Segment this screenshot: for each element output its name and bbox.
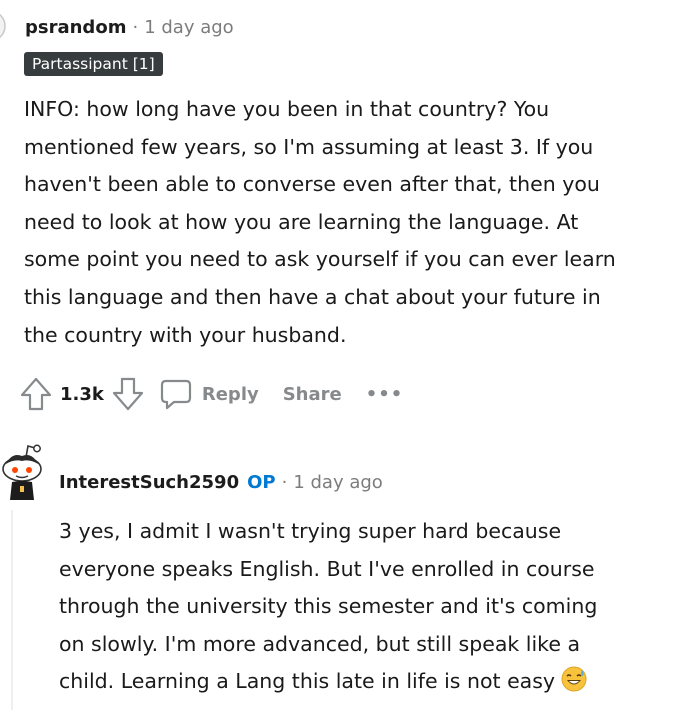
avatar[interactable] — [0, 440, 50, 506]
speech-bubble-icon — [160, 377, 192, 411]
comment-text-line: the country with your husband. — [24, 322, 347, 347]
vote-count: 1.3k — [60, 383, 104, 405]
username[interactable]: InterestSuch2590 — [59, 472, 239, 493]
reply-button[interactable]: Reply — [160, 377, 259, 411]
comment-text-line-last: child. Learning a Lang this late in life… — [59, 663, 699, 705]
comment-text-line: on slowly. I'm more advanced, but still … — [59, 631, 581, 656]
reply-label: Reply — [201, 383, 259, 405]
share-button[interactable]: Share — [283, 384, 342, 405]
comment-text-line: haven't been able to converse even after… — [24, 172, 600, 197]
comment-text-line: mentioned few years, so I'm assuming at … — [24, 134, 594, 159]
separator-dot: · — [132, 16, 139, 38]
comment-actions: 1.3k Reply Share ••• — [20, 376, 403, 412]
op-badge: OP — [247, 471, 276, 493]
more-options-button[interactable]: ••• — [366, 384, 404, 405]
avatar[interactable] — [0, 4, 8, 50]
comment-header: InterestSuch2590 OP · 1 day ago — [59, 467, 383, 497]
comment-body: INFO: how long have you been in that cou… — [24, 91, 696, 354]
comment-header: psrandom · 1 day ago — [25, 12, 234, 42]
comment-text-line: some point you need to ask yourself if y… — [24, 247, 616, 272]
comment-thread: psrandom · 1 day ago Partassipant [1] IN… — [0, 0, 700, 710]
comment-text-line: through the university this semester and… — [59, 594, 598, 619]
user-flair: Partassipant [1] — [24, 52, 163, 76]
upvote-arrow-icon[interactable] — [20, 377, 52, 411]
comment-text-line: everyone speaks English. But I've enroll… — [59, 556, 595, 581]
username[interactable]: psrandom — [25, 17, 126, 38]
comment-text-line: 3 yes, I admit I wasn't trying super har… — [59, 519, 562, 543]
timestamp[interactable]: 1 day ago — [144, 17, 233, 38]
comment-body: 3 yes, I admit I wasn't trying super har… — [59, 513, 699, 705]
thread-line[interactable] — [11, 510, 13, 710]
separator-dot: · — [281, 471, 288, 493]
downvote-arrow-icon[interactable] — [112, 377, 144, 411]
sweat-smile-emoji — [561, 666, 587, 705]
comment-text-line: child. Learning a Lang this late in life… — [59, 669, 556, 694]
comment-text-line: INFO: how long have you been in that cou… — [24, 97, 550, 121]
comment-text-line: need to look at how you are learning the… — [24, 209, 579, 234]
comment-text-line: this language and then have a chat about… — [24, 284, 601, 309]
timestamp[interactable]: 1 day ago — [293, 472, 382, 493]
